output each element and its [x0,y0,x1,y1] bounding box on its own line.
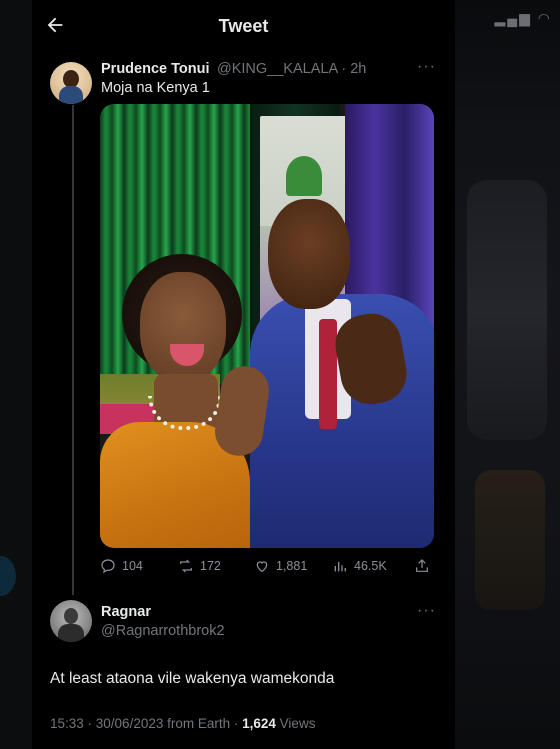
photo-man-head [268,199,350,309]
tweet-actions-bar: 104 172 1,881 46.5K [100,556,440,576]
share-icon [416,559,428,572]
tweet-author-meta[interactable]: @KING__KALALA · 2h [217,61,366,77]
photo-man-tie [319,319,337,429]
background-fab [0,556,16,596]
reply-views-label: Views [275,716,316,731]
top-bar: Tweet [32,0,455,52]
background-card [467,180,547,440]
avatar[interactable] [50,62,92,104]
avatar[interactable] [50,600,92,642]
reply-timestamp[interactable]: 15:33 · 30/06/2023 from Earth · [50,716,242,731]
background-app-left [0,0,32,749]
reply-count: 104 [122,559,143,573]
page-title: Tweet [218,16,269,36]
reply-text: At least ataona vile wakenya wamekonda [50,670,335,687]
photo-banner-logo [286,156,322,196]
views-button[interactable]: 46.5K [332,556,387,576]
background-app-right: ▂▄▆ ◠ [455,0,560,749]
like-button[interactable]: 1,881 [254,556,307,576]
like-count: 1,881 [276,559,308,573]
status-indicators: ▂▄▆ ◠ [494,10,552,26]
retweet-button[interactable]: 172 [178,556,221,576]
reply-author-name[interactable]: Ragnar [101,604,151,620]
reply-timestamp-line: 15:33 · 30/06/2023 from Earth · 1,624 Vi… [50,716,315,731]
tweet-detail-sheet: Tweet Prudence Tonui @KING__KALALA · 2h … [32,0,455,749]
tweet-photo[interactable] [100,104,434,548]
retweet-icon [180,559,192,573]
reply-icon [101,559,115,574]
thread-connector-line [72,105,74,595]
share-button[interactable] [414,556,430,576]
more-options-button[interactable]: ··· [417,58,436,76]
tweet-text: Moja na Kenya 1 [101,80,210,96]
analytics-icon [334,562,346,572]
avatar-body [59,86,83,104]
heart-icon [256,561,268,573]
avatar-face [64,608,78,624]
reply-author-handle[interactable]: @Ragnarrothbrok2 [101,623,225,639]
more-options-button[interactable]: ··· [417,602,436,620]
background-card [475,470,545,610]
view-count: 46.5K [354,559,387,573]
reply-button[interactable]: 104 [100,556,143,576]
tweet-author-name[interactable]: Prudence Tonui [101,61,210,77]
reply-view-count: 1,624 [242,716,276,731]
avatar-body [58,624,84,642]
retweet-count: 172 [200,559,221,573]
